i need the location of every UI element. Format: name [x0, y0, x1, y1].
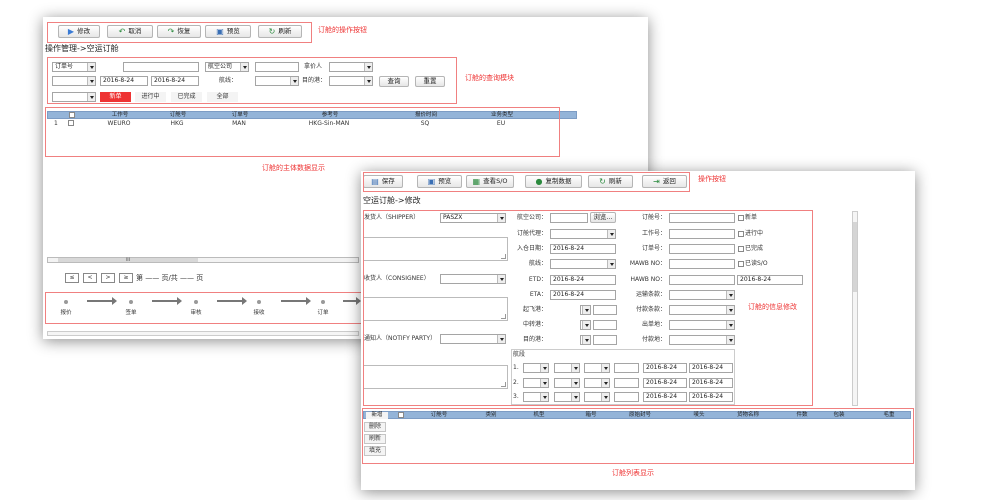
annotation-operation-buttons: 操作按钮 [698, 175, 726, 183]
annotation-query-module: 订舱的查询模块 [465, 74, 514, 82]
main-data-box [45, 107, 560, 157]
prev-page-button[interactable]: < [83, 273, 97, 283]
first-page-button[interactable]: ≤ [65, 273, 79, 283]
next-page-button[interactable]: > [101, 273, 115, 283]
last-page-button[interactable]: ≥ [119, 273, 133, 283]
operation-buttons-box [363, 172, 690, 192]
workflow-box [45, 292, 365, 324]
scroll-thumb[interactable] [853, 222, 857, 292]
annotation-list-display: 订舱列表显示 [612, 469, 654, 477]
breadcrumb: 操作管理->空运订舱 [45, 44, 119, 53]
vertical-scrollbar[interactable] [852, 211, 858, 406]
scroll-thumb[interactable]: III [58, 258, 198, 262]
info-edit-box [363, 210, 813, 406]
annotation-action-buttons: 订舱的操作按钮 [318, 26, 367, 34]
action-buttons-box [47, 22, 312, 43]
list-display-box [362, 408, 914, 464]
annotation-info-edit: 订舱的信息修改 [748, 303, 797, 311]
annotation-main-data: 订舱的主体数据显示 [262, 164, 325, 172]
breadcrumb: 空运订舱->修改 [363, 196, 421, 205]
page-info: 第 —— 页/共 —— 页 [136, 274, 204, 282]
horizontal-scrollbar[interactable]: III [47, 257, 359, 263]
query-module-box [47, 57, 457, 104]
bottom-scrollbar[interactable] [47, 331, 359, 336]
